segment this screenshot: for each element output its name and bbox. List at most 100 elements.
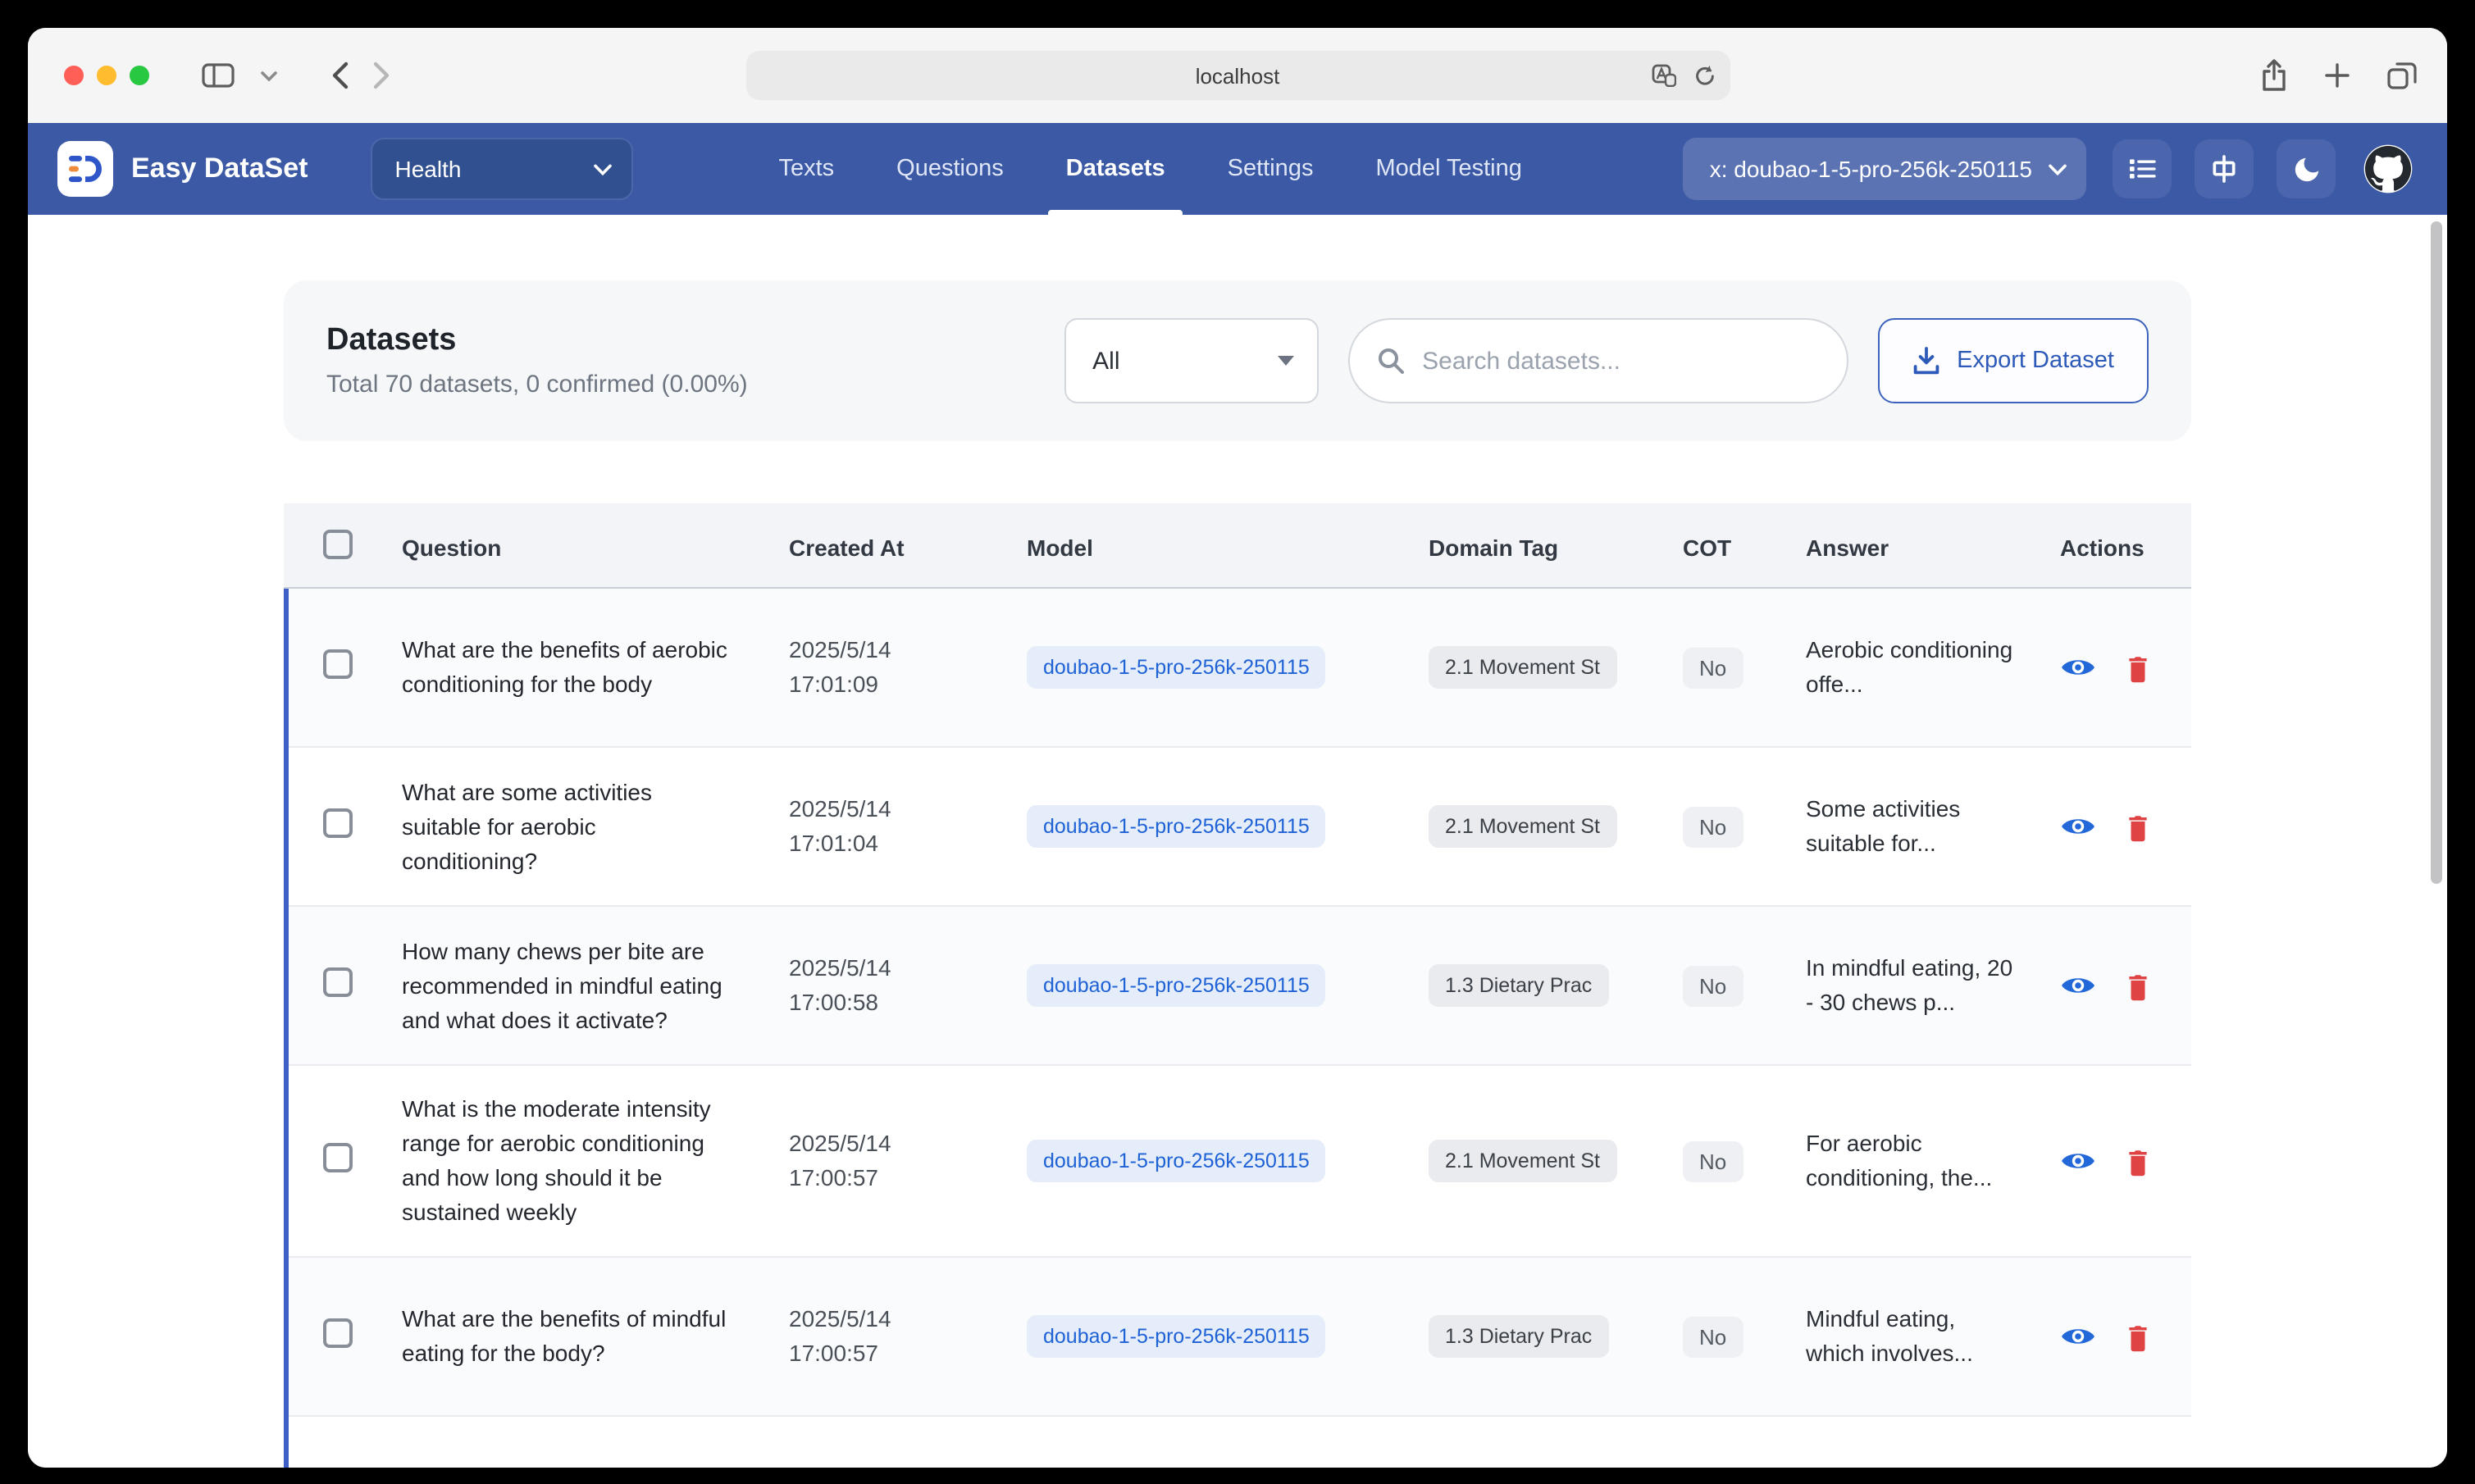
github-icon xyxy=(2362,143,2414,195)
model-chip: doubao-1-5-pro-256k-250115 xyxy=(1027,805,1326,848)
page-scrollbar[interactable] xyxy=(2431,221,2442,884)
app-title: Easy DataSet xyxy=(131,152,308,185)
back-button[interactable] xyxy=(330,61,349,90)
forward-button[interactable] xyxy=(372,61,392,90)
zoom-window-button[interactable] xyxy=(130,66,149,85)
caret-down-icon xyxy=(1278,356,1294,366)
answer-text: Some activities suitable for... xyxy=(1806,792,2016,861)
domain-tag-chip: 1.3 Dietary Prac xyxy=(1429,1315,1608,1358)
question-text: What are some activities suitable for ae… xyxy=(402,775,736,878)
datasets-summary-card: Datasets Total 70 datasets, 0 confirmed … xyxy=(284,280,2191,441)
delete-row-button[interactable] xyxy=(2119,967,2155,1004)
dark-mode-toggle-button[interactable] xyxy=(2277,139,2336,198)
row-checkbox[interactable] xyxy=(323,967,353,996)
table-row: What are the benefits of mindful eating … xyxy=(284,1258,2191,1417)
domain-tag-chip: 2.1 Movement St xyxy=(1429,646,1616,689)
tab-overview-button[interactable] xyxy=(2386,61,2418,90)
nav-datasets[interactable]: Datasets xyxy=(1035,123,1196,215)
row-checkbox[interactable] xyxy=(323,1318,353,1347)
github-link-button[interactable] xyxy=(2359,139,2418,198)
created-time: 17:01:04 xyxy=(789,826,1000,861)
column-header-question: Question xyxy=(376,508,776,586)
created-date: 2025/5/14 xyxy=(789,633,1000,667)
row-checkbox[interactable] xyxy=(323,649,353,678)
answer-text: Mindful eating, which involves... xyxy=(1806,1302,2016,1371)
created-time: 17:01:09 xyxy=(789,667,1000,702)
view-answer-button[interactable] xyxy=(2060,1143,2096,1179)
nav-settings[interactable]: Settings xyxy=(1196,123,1345,215)
datasets-table: Question Created At Model Domain Tag COT… xyxy=(284,503,2191,1468)
column-header-actions: Actions xyxy=(2047,508,2191,586)
delete-row-button[interactable] xyxy=(2119,649,2155,685)
delete-row-button[interactable] xyxy=(2119,1143,2155,1179)
delete-row-button[interactable] xyxy=(2119,808,2155,844)
cot-value: No xyxy=(1683,647,1743,688)
row-checkbox[interactable] xyxy=(323,808,353,837)
export-dataset-button[interactable]: Export Dataset xyxy=(1878,318,2149,403)
question-text: What are the benefits of mindful eating … xyxy=(402,1302,736,1371)
list-icon xyxy=(2126,152,2158,185)
task-list-button[interactable] xyxy=(2113,139,2172,198)
trash-icon xyxy=(2123,1321,2151,1352)
created-time: 17:00:58 xyxy=(789,986,1000,1020)
translate-icon[interactable] xyxy=(1651,64,1675,87)
answer-text: For aerobic conditioning, the... xyxy=(1806,1127,2016,1195)
export-dataset-label: Export Dataset xyxy=(1957,348,2114,374)
nav-texts[interactable]: Texts xyxy=(747,123,865,215)
cot-value: No xyxy=(1683,965,1743,1006)
model-select-value: x: doubao-1-5-pro-256k-250115 xyxy=(1710,156,2032,182)
easy-dataset-logo-icon xyxy=(66,149,105,189)
language-toggle-button[interactable] xyxy=(2195,139,2254,198)
table-row: What are some activities suitable for ae… xyxy=(284,748,2191,907)
delete-row-button[interactable] xyxy=(2119,1318,2155,1354)
eye-icon xyxy=(2060,813,2096,840)
eye-icon xyxy=(2060,1323,2096,1350)
reload-button[interactable] xyxy=(1692,63,1716,88)
table-accent-line xyxy=(284,589,289,1468)
model-chip: doubao-1-5-pro-256k-250115 xyxy=(1027,1315,1326,1358)
reload-icon xyxy=(1692,63,1716,88)
share-button[interactable] xyxy=(2260,59,2288,92)
chevron-down-icon xyxy=(261,70,277,81)
view-answer-button[interactable] xyxy=(2060,1318,2096,1354)
table-header-row: Question Created At Model Domain Tag COT… xyxy=(284,503,2191,589)
table-row: What are the benefits of aerobic conditi… xyxy=(284,589,2191,748)
project-select[interactable]: Health xyxy=(370,138,632,200)
chevron-down-icon xyxy=(593,163,611,175)
trash-icon xyxy=(2123,970,2151,1001)
view-answer-button[interactable] xyxy=(2060,967,2096,1004)
toolbar-chevron-button[interactable] xyxy=(251,51,287,100)
browser-toolbar: localhost xyxy=(28,28,2447,123)
row-checkbox[interactable] xyxy=(323,1142,353,1172)
plus-icon xyxy=(2324,62,2350,89)
model-select[interactable]: x: doubao-1-5-pro-256k-250115 xyxy=(1684,138,2086,200)
address-bar[interactable]: localhost xyxy=(745,51,1730,100)
page-title: Datasets xyxy=(326,323,748,359)
view-answer-button[interactable] xyxy=(2060,808,2096,844)
sidebar-icon xyxy=(202,62,235,89)
domain-tag-chip: 2.1 Movement St xyxy=(1429,805,1616,848)
search-icon xyxy=(1376,346,1406,376)
moon-icon xyxy=(2290,153,2322,184)
tabs-icon xyxy=(2386,61,2418,90)
project-select-value: Health xyxy=(394,156,461,182)
table-row: What are the functions of xyxy=(284,1417,2191,1468)
datasets-summary: Total 70 datasets, 0 confirmed (0.00%) xyxy=(326,371,748,398)
view-answer-button[interactable] xyxy=(2060,649,2096,685)
minimize-window-button[interactable] xyxy=(97,66,116,85)
created-date: 2025/5/14 xyxy=(789,1302,1000,1336)
model-chip: doubao-1-5-pro-256k-250115 xyxy=(1027,964,1326,1007)
select-all-checkbox[interactable] xyxy=(323,530,353,559)
search-input[interactable] xyxy=(1422,347,1821,375)
status-filter-select[interactable]: All xyxy=(1064,318,1319,403)
nav-model-testing[interactable]: Model Testing xyxy=(1344,123,1552,215)
close-window-button[interactable] xyxy=(64,66,84,85)
app-logo xyxy=(57,141,113,197)
cot-value: No xyxy=(1683,1140,1743,1181)
chevron-down-icon xyxy=(2049,163,2067,175)
table-row: What is the moderate intensity range for… xyxy=(284,1066,2191,1258)
nav-questions[interactable]: Questions xyxy=(865,123,1035,215)
url-text: localhost xyxy=(1196,63,1280,88)
sidebar-toggle-button[interactable] xyxy=(192,51,244,100)
new-tab-button[interactable] xyxy=(2324,62,2350,89)
